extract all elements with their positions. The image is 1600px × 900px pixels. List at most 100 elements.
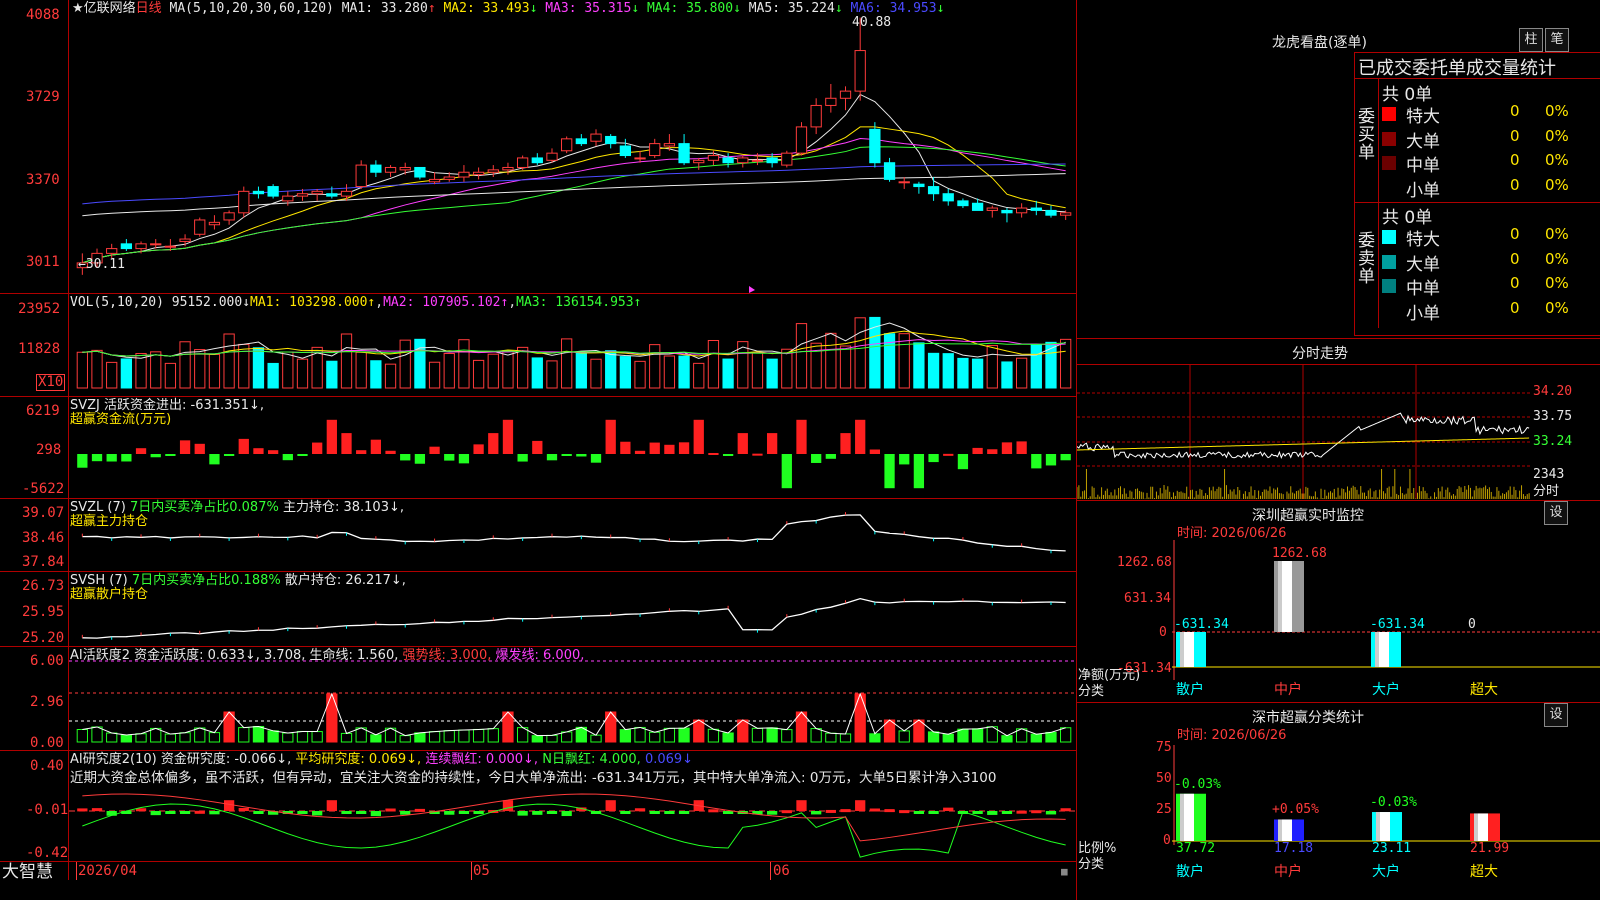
divider	[1354, 335, 1600, 336]
candle-body	[927, 186, 940, 195]
activity-bar	[326, 693, 338, 743]
candle-body	[370, 164, 382, 173]
volume-bar	[619, 356, 632, 389]
activity-bar	[428, 731, 441, 743]
candle-body	[1060, 212, 1072, 216]
volume-bar	[502, 350, 514, 389]
x-label-05: 05	[473, 863, 490, 879]
flow-bar	[385, 450, 396, 454]
activity-bar	[869, 733, 881, 743]
candle-body	[194, 219, 206, 235]
flow-bar	[312, 442, 323, 454]
volume-bar	[531, 357, 543, 389]
research-bar	[532, 811, 543, 815]
intraday-chart[interactable]	[1077, 365, 1531, 499]
y-tick: 6.00	[30, 653, 64, 669]
y-tick: 37.84	[22, 554, 65, 570]
retail-bar-hl	[1184, 632, 1194, 667]
candle-body	[986, 207, 998, 211]
flow-bar	[91, 454, 103, 462]
mid-bar-hl2	[1278, 561, 1282, 632]
y-tick: 11828	[18, 341, 61, 357]
volume-bar	[693, 362, 705, 389]
flow-bar	[620, 441, 631, 454]
flow-bar	[664, 444, 675, 454]
volume-bar	[986, 344, 998, 389]
fenshi-tick: 34.20	[1533, 384, 1573, 399]
candle-body	[399, 166, 411, 171]
order-row-val: 0	[1510, 225, 1520, 243]
volume-bar	[428, 361, 441, 389]
candle-body	[414, 166, 426, 178]
retail-holding-chart[interactable]	[69, 572, 1076, 646]
activity-bar	[150, 727, 162, 743]
research-bar	[825, 809, 836, 813]
flow-bar	[576, 454, 587, 457]
volume-bar	[516, 346, 529, 389]
candle-body	[458, 171, 470, 178]
lock-icon[interactable]: ■	[1061, 864, 1068, 879]
research-bar	[312, 811, 323, 816]
order-row-pct: 0%	[1545, 225, 1569, 243]
sz-monitor-chart[interactable]	[1172, 540, 1600, 680]
volume-chart[interactable]	[69, 294, 1076, 396]
volume-bar	[384, 363, 397, 389]
szmon-settings-button[interactable]: 设	[1544, 501, 1568, 525]
activity-bar	[1045, 731, 1057, 743]
flow-bar	[943, 453, 954, 456]
volume-bar	[957, 357, 969, 389]
divider	[1076, 500, 1600, 501]
order-row-val: 0	[1510, 298, 1520, 317]
volume-bar	[296, 358, 309, 389]
candle-body	[150, 243, 162, 246]
volume-bar	[1030, 344, 1042, 389]
flow-bar	[444, 454, 455, 461]
activity-bar	[707, 728, 720, 743]
main-holding-chart[interactable]	[69, 499, 1076, 571]
activity-bar	[942, 733, 954, 743]
candle-body	[179, 238, 191, 242]
activity-bar	[634, 726, 646, 743]
ratio-bar-hl	[1380, 812, 1390, 841]
research-bar	[458, 811, 470, 814]
y-tick: 38.46	[22, 530, 65, 546]
activity-chart[interactable]	[69, 647, 1076, 750]
research-bar	[165, 811, 176, 814]
bar-mode-button[interactable]: 柱	[1519, 28, 1543, 52]
candle-body	[1015, 207, 1028, 214]
szstat-settings-button[interactable]: 设	[1544, 703, 1568, 727]
ratio-bar-hl2	[1180, 793, 1184, 841]
order-row-pct: 0%	[1545, 126, 1569, 145]
activity-bar	[693, 719, 705, 743]
research-bar	[473, 811, 484, 814]
volume-bar	[179, 341, 191, 389]
flow-bar	[341, 433, 352, 454]
szstat-unit: 比例%	[1078, 841, 1117, 856]
tick-mode-button[interactable]: 笔	[1545, 28, 1569, 52]
candle-body	[707, 155, 720, 161]
brand-logo[interactable]: 大智慧	[2, 862, 53, 882]
volume-bar	[252, 347, 265, 389]
candlestick-chart[interactable]	[69, 0, 1076, 293]
mid-bar-hl	[1282, 561, 1292, 632]
flow-bar	[297, 454, 308, 456]
volume-bar	[340, 333, 353, 389]
volume-bar	[91, 349, 103, 389]
szstat-tick: 0	[1163, 833, 1171, 848]
szmon-time: 时间: 2026/06/26	[1177, 526, 1287, 541]
fund-flow-chart[interactable]	[69, 397, 1076, 498]
research-bar	[664, 811, 675, 814]
activity-bar	[164, 733, 177, 743]
y-tick: 25.95	[22, 604, 65, 620]
activity-bar	[561, 731, 573, 743]
research-chart[interactable]	[69, 751, 1076, 861]
candle-body	[590, 133, 602, 142]
category-label: 散户	[1176, 864, 1204, 880]
order-row-pct: 0%	[1545, 249, 1569, 268]
szmon-tick: 0	[1159, 625, 1167, 640]
ratio-value: 17.18	[1274, 841, 1314, 856]
candle-body	[487, 169, 499, 173]
flow-bar	[326, 419, 337, 454]
flow-bar	[693, 419, 704, 454]
candle-body	[869, 128, 881, 164]
